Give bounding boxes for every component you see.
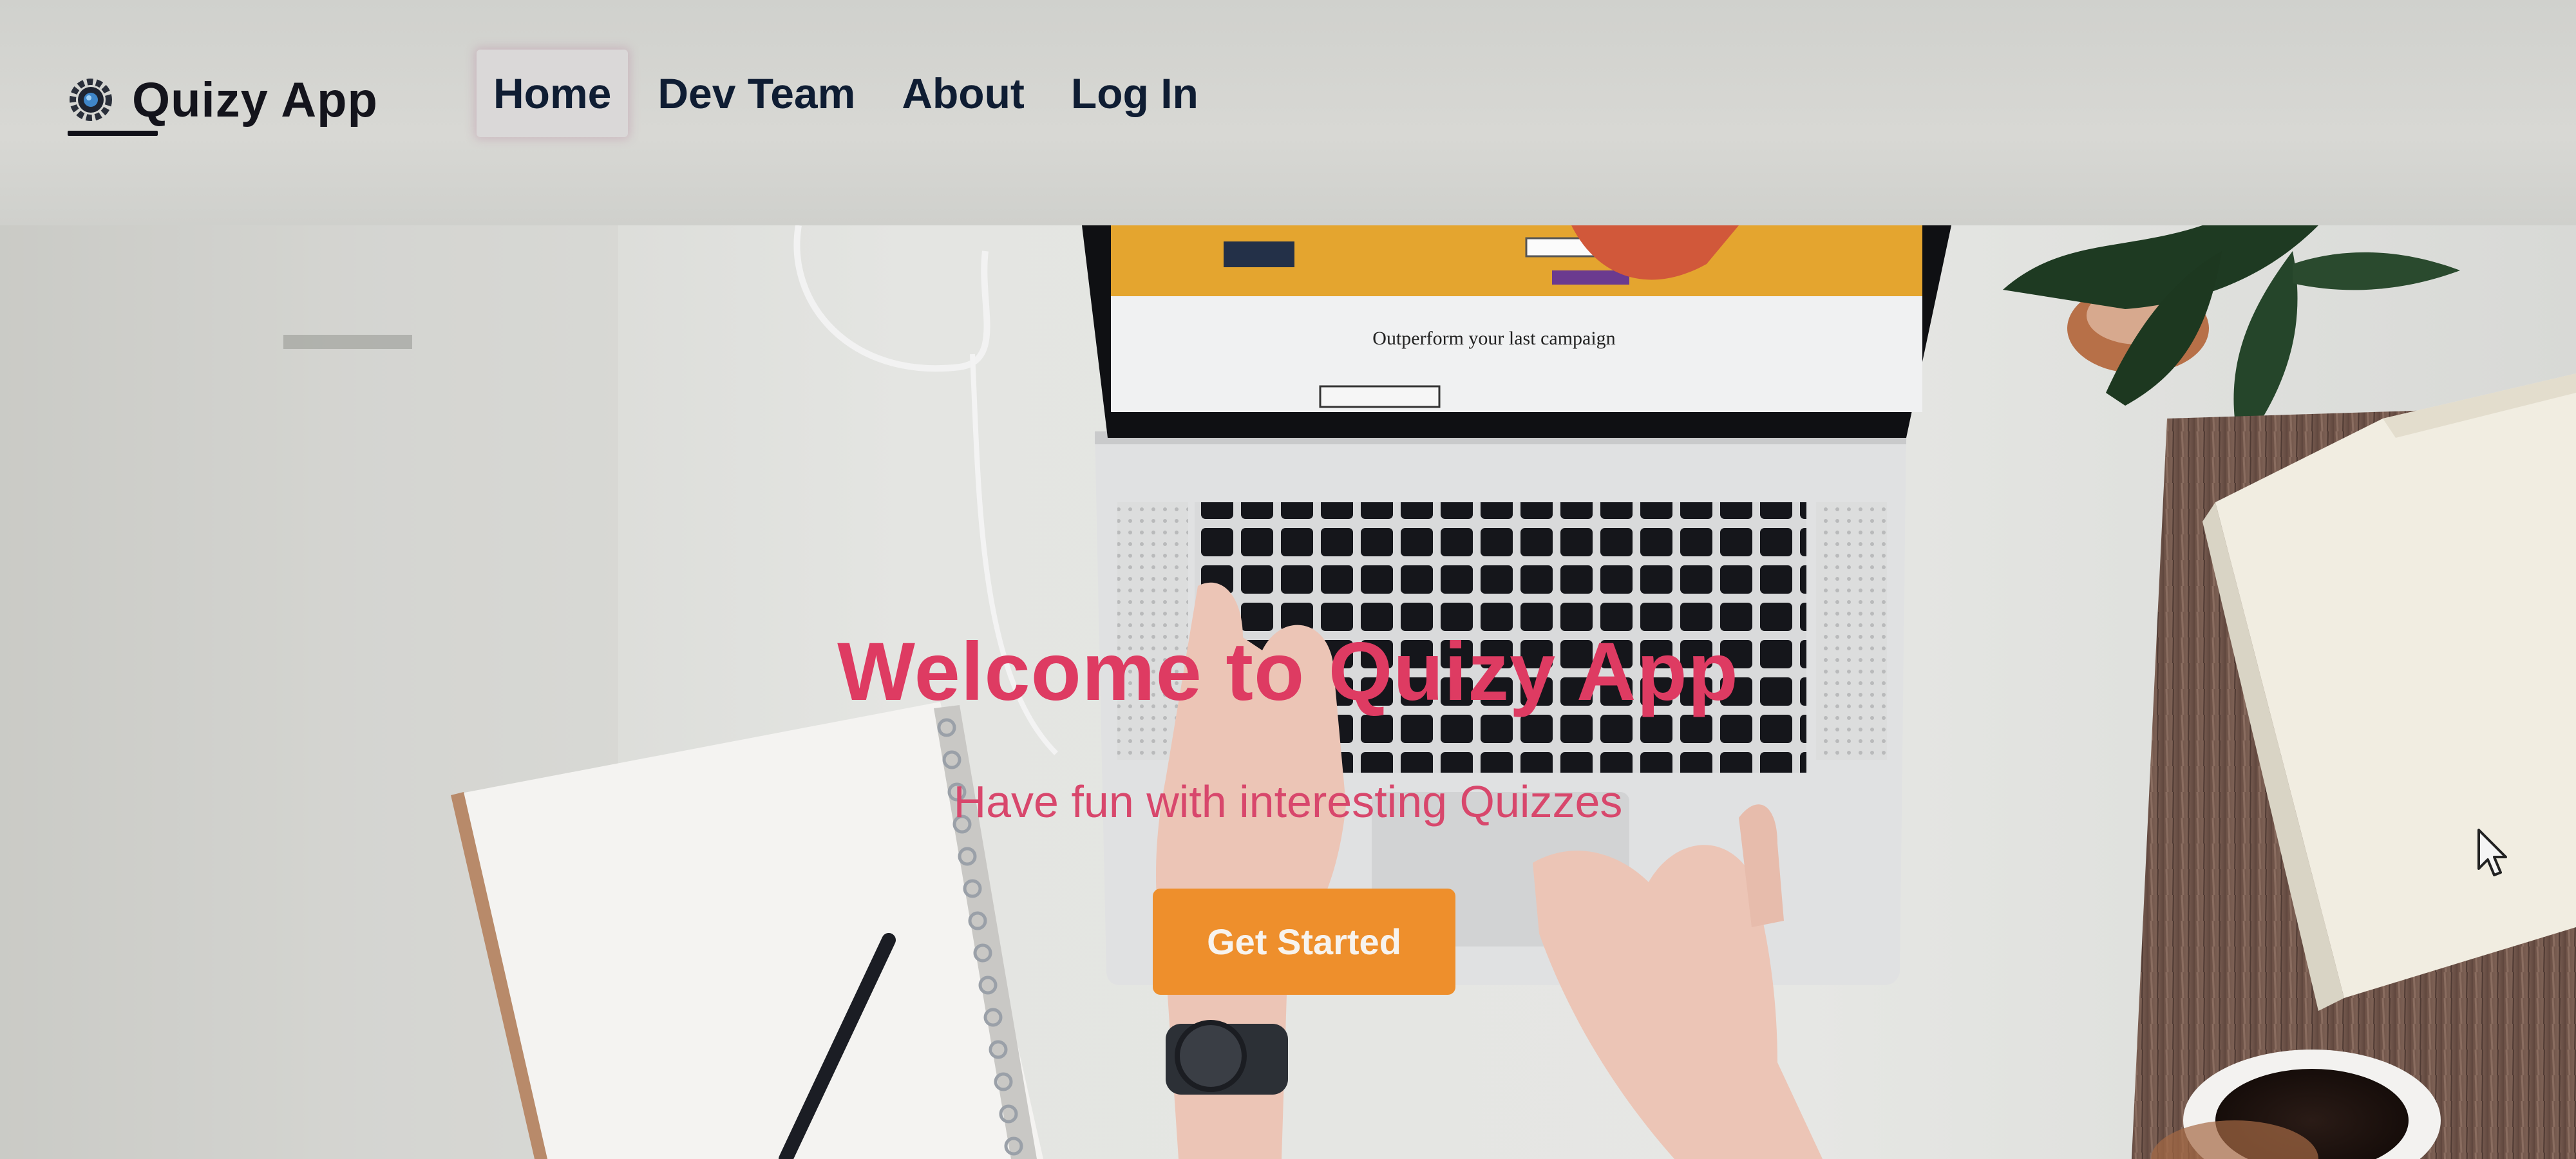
navbar: Quizy App Home Dev Team About Log In xyxy=(0,0,2576,225)
hero-section: Outperform your last campaign Welcome to… xyxy=(0,225,2576,1159)
mouse-cursor-icon xyxy=(2477,829,2507,876)
brand-link[interactable]: Quizy App xyxy=(68,61,378,138)
brand-name: Quizy App xyxy=(132,72,378,127)
main-nav: Home Dev Team About Log In xyxy=(477,42,1215,145)
nav-dev-team[interactable]: Dev Team xyxy=(641,50,872,137)
nav-log-in[interactable]: Log In xyxy=(1054,50,1215,137)
hero-subtitle: Have fun with interesting Quizzes xyxy=(953,777,1623,827)
brand-underline xyxy=(68,131,158,136)
hero-title: Welcome to Quizy App xyxy=(837,626,1739,718)
get-started-button[interactable]: Get Started xyxy=(1153,889,1455,995)
quiz-gear-icon xyxy=(70,79,112,121)
nav-home[interactable]: Home xyxy=(477,50,629,137)
hero-content: Welcome to Quizy App Have fun with inter… xyxy=(0,225,2576,1159)
nav-about[interactable]: About xyxy=(885,50,1041,137)
